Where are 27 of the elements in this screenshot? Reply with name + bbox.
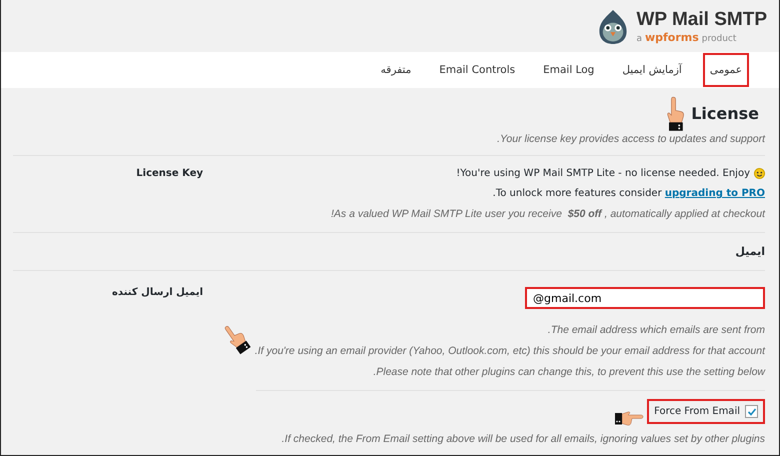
check-icon [746,406,756,416]
tagline-text: product [702,34,736,44]
license-status: You're using WP Mail SMTP Lite - no license needed. Enjoy! [456,168,750,179]
tab[interactable]: آزمایش ایمیل [615,53,689,87]
section-title: ایمیل [735,245,765,258]
tagline-text: a [636,34,642,44]
force-from-email-checkbox[interactable]: Force From Email [647,399,765,424]
help-text: The email address which emails are sent from. [548,324,765,336]
help-text: Please note that other plugins can change this, to prevent this use the setting below. [373,366,765,378]
tab[interactable]: متفرقه [374,53,418,87]
help-text: If you're using an email provider (Yahoo, Outlook.com, etc) this should be your email address for that account. [254,345,765,357]
help-text: If checked, the From Email setting above will be used for all emails, ignoring values set by other plugins. [282,433,765,445]
upgrade-text: To unlock more features consider upgrading to PRO . [492,188,765,199]
checkbox[interactable] [745,405,758,418]
logo-title: WP Mail SMTP [636,8,767,30]
tab[interactable]: Email Log [536,53,602,87]
smiley-icon [754,168,765,179]
tab[interactable]: Email Controls [432,53,522,87]
tab[interactable]: عمومی [702,53,749,87]
email-field[interactable]: @gmail.com [525,287,765,309]
field-label: ایمیل ارسال کننده [112,287,203,298]
brand-name: wpforms [644,30,699,44]
field-label: License Key [136,168,203,179]
section-description: Your license key provides access to updates and support. [497,133,765,145]
section-title: License [691,104,760,123]
discount-note: !As a valued WP Mail SMTP Lite user you receive $50 off, automatically applied at checkout [331,208,765,220]
upgrade-link[interactable]: upgrading to PRO [664,188,765,199]
